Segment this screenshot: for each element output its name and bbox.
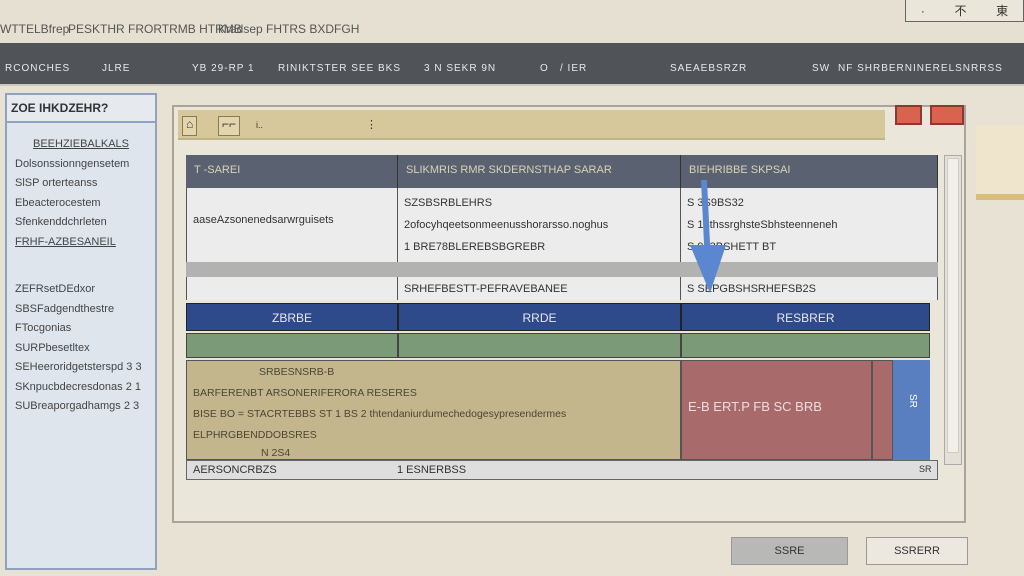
more-icon[interactable]: ⋮ <box>366 118 377 131</box>
toolbar-item[interactable]: / IER <box>560 63 587 74</box>
footer-text: SR <box>919 464 932 474</box>
column-header[interactable]: T -SAREI <box>186 155 398 188</box>
sidebar-item[interactable]: FRHF-AZBESANEIL <box>7 233 155 253</box>
table-cell <box>186 277 398 300</box>
title-bar: WTTELBfrep PESKTHR FRORTRMB HTRMB Kradse… <box>0 0 1024 43</box>
sidebar-item[interactable]: ZEFRsetDEdxor <box>7 280 155 300</box>
table-footer: AERSONCRBZS 1 ESNERBSS SR <box>186 460 938 480</box>
close-button[interactable]: 東 <box>996 2 1008 19</box>
red-block-edge <box>872 360 893 460</box>
toolbar-item[interactable]: NF SHRBERNINERELSNRRSS <box>838 63 1003 74</box>
blue-row-cell[interactable]: ZBRBE <box>186 303 398 331</box>
detail-line: ELPHRGBENDDOBSRES <box>193 429 317 441</box>
green-row-cell <box>398 333 681 358</box>
app-title: WTTELBfrep <box>0 22 70 36</box>
vertical-scrollbar[interactable] <box>944 155 962 465</box>
blue-row-cell[interactable]: RRDE <box>398 303 681 331</box>
minimize-panel-button[interactable] <box>895 105 922 125</box>
cell-text: 1 BRE78BLEREBSBGREBR <box>404 241 546 253</box>
detail-line: BARFERENBT ARSONERIFERORA RESERES <box>193 387 417 399</box>
window-controls: · 不 東 <box>905 0 1024 22</box>
close-panel-button[interactable] <box>930 105 964 125</box>
title-text: Kradsep FHTRS BXDFGH <box>218 22 360 36</box>
green-row-cell <box>186 333 398 358</box>
divider <box>7 252 155 280</box>
side-panel <box>976 125 1024 200</box>
sidebar-item[interactable]: FTocgonias <box>7 319 155 339</box>
sidebar-item[interactable]: SBSFadgendthestre <box>7 300 155 320</box>
red-block[interactable]: E-B ERT.P FB SC BRB <box>681 360 872 460</box>
menu-button[interactable]: · <box>921 4 925 18</box>
sidebar-item[interactable]: SKnpucbdecresdonas 2 1 <box>7 378 155 398</box>
row-separator <box>186 262 938 277</box>
scrollbar-thumb[interactable] <box>947 158 959 453</box>
toolbar-item[interactable]: YB 29-RP 1 <box>192 63 255 74</box>
toolbar-item[interactable]: 3 N SEKR 9N <box>424 63 496 74</box>
ok-button[interactable]: SSRE <box>731 537 848 565</box>
details-block: SRBESNSRB-B BARFERENBT ARSONERIFERORA RE… <box>186 360 681 460</box>
sidebar-item[interactable]: Sfenkenddchrleten <box>7 213 155 233</box>
sidebar-item[interactable]: SURPbesetltex <box>7 339 155 359</box>
toolbar-item[interactable]: JLRE <box>102 63 130 74</box>
frame-icon[interactable]: ⌐⌐ <box>218 116 241 136</box>
table-cell: SZSBSRBLEHRS 2ofocyhqeetsonmeenusshorars… <box>398 188 681 262</box>
toolbar-item[interactable]: SAEAEBSRZR <box>670 63 747 74</box>
toolbar-dots: i.. <box>256 120 264 130</box>
toolbar-item[interactable]: O <box>540 63 549 74</box>
cell-text: SZSBSRBLEHRS <box>404 197 493 209</box>
sidebar-title: ZOE IHKDZEHR? <box>7 95 155 123</box>
sidebar-section: BEEHZIEBALKALS <box>33 138 129 150</box>
sidebar-item[interactable]: Ebeacterocestem <box>7 194 155 214</box>
detail-line: N 2S4 <box>261 447 291 459</box>
cell-text: aaseAzsonenedsarwrguisets <box>193 214 334 226</box>
cell-text: 2ofocyhqeetsonmeenusshorarsso.noghus <box>404 219 609 231</box>
column-header[interactable]: SLIKMRIS RMR SKDERNSTHAP SARAR <box>398 155 681 188</box>
toolbar-item[interactable]: SW <box>812 63 830 74</box>
detail-line: BISE BO = STACRTEBBS ST 1 BS 2 thtendani… <box>193 408 567 420</box>
blue-row-cell[interactable]: RESBRER <box>681 303 930 331</box>
toolbar-item[interactable]: RCONCHES <box>5 63 70 74</box>
toolbar-item[interactable]: RINIKTSTER SEE BKS <box>278 63 401 74</box>
panel-toolbar: ⌂ ⌐⌐ i.. ⋮ <box>178 110 885 140</box>
table-cell: aaseAzsonenedsarwrguisets <box>186 188 398 262</box>
minimize-button[interactable]: 不 <box>954 2 966 19</box>
image-icon[interactable]: ⌂ <box>182 116 198 136</box>
cancel-button[interactable]: SSRERR <box>866 537 968 565</box>
footer-text: AERSONCRBZS <box>193 464 277 476</box>
detail-line: SRBESNSRB-B <box>259 366 335 378</box>
footer-text: 1 ESNERBSS <box>397 464 467 476</box>
sidebar-item[interactable]: SlSP orterteanss <box>7 174 155 194</box>
sidebar-item[interactable]: Dolsonssionngensetem <box>7 155 155 175</box>
toolbar: RCONCHES JLRE YB 29-RP 1 RINIKTSTER SEE … <box>0 43 1024 86</box>
sidebar-item[interactable]: SEHeeroridgetsterspd 3 3 <box>7 358 155 378</box>
arrow-pointer-icon <box>690 179 726 293</box>
green-row-cell <box>681 333 930 358</box>
blue-side-cell[interactable]: SR <box>893 360 930 460</box>
sidebar: ZOE IHKDZEHR? BEEHZIEBALKALS Dolsonssion… <box>5 93 157 570</box>
table-cell: SRHEFBESTT-PEFRAVEBANEE <box>398 277 681 300</box>
title-text: PESKTHR FRORTRMB HTRMB <box>68 22 242 36</box>
sidebar-item[interactable]: SUBreaporgadhamgs 2 3 <box>7 397 155 417</box>
